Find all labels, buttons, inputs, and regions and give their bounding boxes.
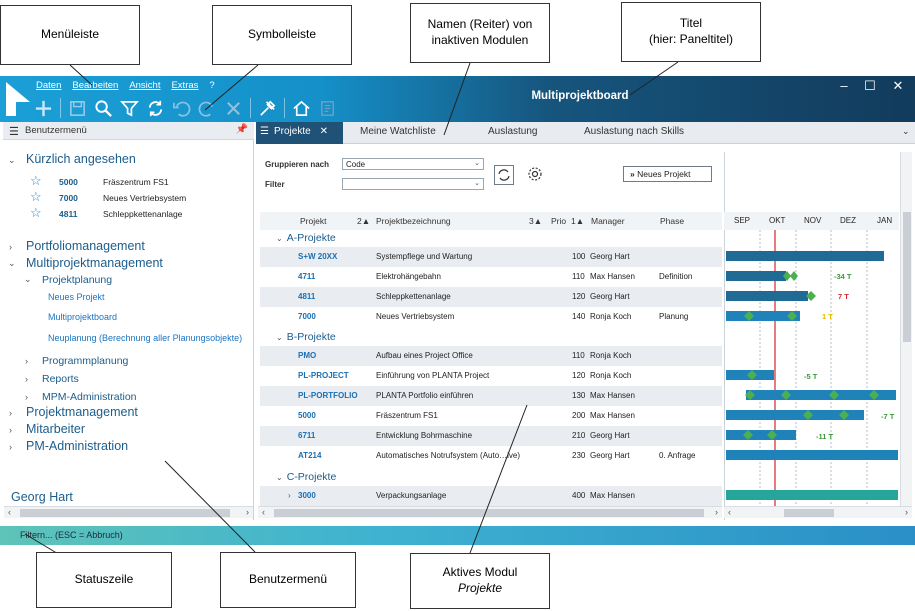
callout-text: Benutzermenü	[248, 572, 328, 587]
callout-benutzermenue: Benutzermenü	[220, 552, 356, 608]
callout-titel: Titel (hier: Paneltitel)	[621, 2, 761, 62]
callout-text: Projekte	[457, 581, 503, 595]
callout-namen: Namen (Reiter) von inaktiven Modulen	[410, 3, 550, 63]
callout-text: inaktiven Modulen	[431, 33, 529, 47]
callout-aktives-modul: Aktives Modul Projekte	[410, 553, 550, 609]
callout-symbolleiste: Symbolleiste	[212, 5, 352, 65]
callout-text: (hier: Paneltitel)	[648, 32, 734, 46]
callout-text: Symbolleiste	[247, 27, 317, 42]
callout-text: Titel	[679, 16, 703, 31]
callout-statuszeile: Statuszeile	[36, 552, 172, 608]
callout-text: Aktives Modul	[442, 565, 518, 580]
callout-lines	[24, 61, 679, 556]
callout-text: Menüleiste	[40, 27, 100, 42]
callout-text: Namen (Reiter) von	[427, 17, 533, 32]
callout-text: Statuszeile	[74, 572, 134, 587]
callout-menuleiste: Menüleiste	[0, 5, 140, 65]
